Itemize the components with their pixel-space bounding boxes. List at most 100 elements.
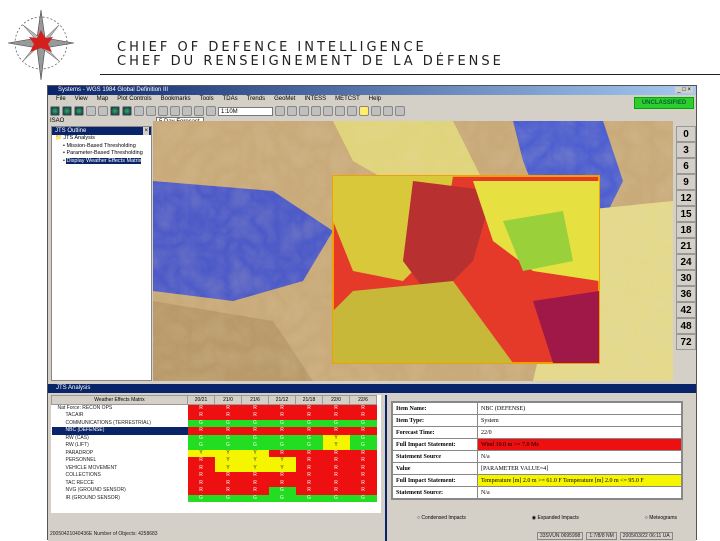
matrix-cell[interactable]: Y xyxy=(214,464,242,472)
matrix-cell[interactable]: R xyxy=(241,479,269,487)
matrix-cell[interactable]: R xyxy=(214,404,242,412)
menu-file[interactable]: File xyxy=(56,95,66,103)
column-header[interactable]: 22/0 xyxy=(322,395,350,405)
matrix-row[interactable]: PERSONNEL R Y Y Y R R R xyxy=(51,457,377,465)
matrix-cell[interactable]: R xyxy=(214,427,242,435)
matrix-cell[interactable]: R xyxy=(349,404,377,412)
forecast-hour-button[interactable]: 15 xyxy=(676,206,696,222)
forecast-hour-button[interactable]: 9 xyxy=(676,174,696,190)
matrix-cell[interactable]: G xyxy=(322,419,350,427)
matrix-cell[interactable]: R xyxy=(349,412,377,420)
row-label[interactable]: PARADROP xyxy=(51,449,188,457)
row-label[interactable]: RW (LIFT) xyxy=(51,442,188,450)
matrix-cell[interactable]: R xyxy=(268,479,296,487)
matrix-cell[interactable]: R xyxy=(268,412,296,420)
zoom-icon[interactable] xyxy=(98,106,108,116)
matrix-cell[interactable]: Y xyxy=(322,442,350,450)
matrix-cell[interactable]: G xyxy=(268,442,296,450)
forecast-hour-button[interactable]: 18 xyxy=(676,222,696,238)
matrix-cell[interactable]: Y xyxy=(241,457,269,465)
column-header[interactable]: 21/0 xyxy=(214,395,242,405)
forecast-hour-button[interactable]: 42 xyxy=(676,302,696,318)
region-select[interactable]: ISAO xyxy=(50,118,64,124)
row-label[interactable]: COMMUNICATIONS (TERRESTRIAL) xyxy=(51,419,188,427)
matrix-cell[interactable]: G xyxy=(268,434,296,442)
matrix-cell[interactable]: R xyxy=(322,472,350,480)
matrix-cell[interactable]: R xyxy=(349,457,377,465)
forecast-hour-button[interactable]: 21 xyxy=(676,238,696,254)
matrix-cell[interactable]: R xyxy=(268,427,296,435)
matrix-cell[interactable]: R xyxy=(214,412,242,420)
hand-icon[interactable] xyxy=(347,106,357,116)
matrix-cell[interactable]: G xyxy=(349,442,377,450)
tree-item-matrix[interactable]: • Display Weather Effects Matrix xyxy=(55,157,151,166)
matrix-cell[interactable]: R xyxy=(187,427,215,435)
matrix-cell[interactable]: G xyxy=(187,442,215,450)
matrix-cell[interactable]: R xyxy=(295,427,323,435)
matrix-cell[interactable]: R xyxy=(295,404,323,412)
matrix-cell[interactable]: Y xyxy=(268,464,296,472)
matrix-row[interactable]: NVG (GROUND SENSOR) R R R G R R R xyxy=(51,487,377,495)
matrix-cell[interactable]: R xyxy=(241,427,269,435)
matrix-row[interactable]: COMMUNICATIONS (TERRESTRIAL) G G G G G G G xyxy=(51,419,377,427)
matrix-cell[interactable]: R xyxy=(295,449,323,457)
radio-meteograms[interactable]: ○ Meteograms xyxy=(645,515,677,521)
radio-expanded-impacts[interactable]: ◉ Expanded Impacts xyxy=(532,515,579,521)
matrix-cell[interactable]: R xyxy=(295,487,323,495)
matrix-cell[interactable]: R xyxy=(322,457,350,465)
column-header[interactable]: 21/18 xyxy=(295,395,323,405)
matrix-cell[interactable]: R xyxy=(241,472,269,480)
matrix-cell[interactable]: G xyxy=(295,434,323,442)
eye-icon[interactable] xyxy=(383,106,393,116)
matrix-row[interactable]: RW (LIFT) G G G G G Y G xyxy=(51,442,377,450)
circle-icon[interactable] xyxy=(206,106,216,116)
row-label[interactable]: TAC RECCE xyxy=(51,479,188,487)
matrix-cell[interactable]: R xyxy=(349,472,377,480)
menu-intess[interactable]: INTESS xyxy=(304,95,326,103)
sun-icon[interactable] xyxy=(359,106,369,116)
tree-item-mission[interactable]: • Mission-Based Thresholding xyxy=(55,143,151,151)
menu-tdas[interactable]: TDAs xyxy=(223,95,238,103)
matrix-row[interactable]: Nat Force: RECON OPS R R R R R R R xyxy=(51,404,377,412)
forecast-hour-button[interactable]: 36 xyxy=(676,286,696,302)
row-label[interactable]: IR (GROUND SENSOR) xyxy=(51,494,188,502)
forecast-hour-button[interactable]: 12 xyxy=(676,190,696,206)
forecast-hour-button[interactable]: 6 xyxy=(676,158,696,174)
tree-root[interactable]: 📁 JTS Analysis xyxy=(55,135,151,143)
row-label[interactable]: VEHICLE MOVEMENT xyxy=(51,464,188,472)
select-icon[interactable] xyxy=(182,106,192,116)
matrix-cell[interactable]: G xyxy=(295,442,323,450)
matrix-cell[interactable]: G xyxy=(214,494,242,502)
row-label[interactable]: PERSONNEL xyxy=(51,457,188,465)
matrix-cell[interactable]: G xyxy=(295,419,323,427)
matrix-cell[interactable]: R xyxy=(322,427,350,435)
matrix-cell[interactable]: G xyxy=(349,494,377,502)
menu-trends[interactable]: Trends xyxy=(247,95,265,103)
matrix-cell[interactable]: R xyxy=(349,427,377,435)
matrix-cell[interactable]: Y xyxy=(241,464,269,472)
globe-icon[interactable] xyxy=(62,106,72,116)
radio-condensed-impacts[interactable]: ○ Condensed Impacts xyxy=(417,515,466,521)
matrix-row[interactable]: TAC RECCE R R R R R R R xyxy=(51,479,377,487)
matrix-cell[interactable]: R xyxy=(187,472,215,480)
matrix-cell[interactable]: G xyxy=(187,434,215,442)
matrix-cell[interactable]: G xyxy=(349,419,377,427)
matrix-cell[interactable]: R xyxy=(295,464,323,472)
matrix-row[interactable]: IR (GROUND SENSOR) G G G G G G G xyxy=(51,494,377,502)
matrix-cell[interactable]: G xyxy=(214,434,242,442)
matrix-cell[interactable]: R xyxy=(187,464,215,472)
matrix-row[interactable]: NBC (DEFENSE) R R R R R R R xyxy=(51,427,377,435)
draw-icon[interactable] xyxy=(170,106,180,116)
matrix-cell[interactable]: Y xyxy=(187,449,215,457)
column-header[interactable]: 20/21 xyxy=(187,395,215,405)
matrix-cell[interactable]: G xyxy=(241,442,269,450)
matrix-cell[interactable]: R xyxy=(187,404,215,412)
matrix-cell[interactable]: G xyxy=(187,494,215,502)
matrix-cell[interactable]: R xyxy=(349,487,377,495)
matrix-cell[interactable]: R xyxy=(187,412,215,420)
globe-icon[interactable] xyxy=(74,106,84,116)
menu-help[interactable]: Help xyxy=(369,95,381,103)
window-controls[interactable]: _ □ × xyxy=(675,87,693,93)
matrix-cell[interactable]: Y xyxy=(268,457,296,465)
matrix-cell[interactable]: R xyxy=(322,479,350,487)
